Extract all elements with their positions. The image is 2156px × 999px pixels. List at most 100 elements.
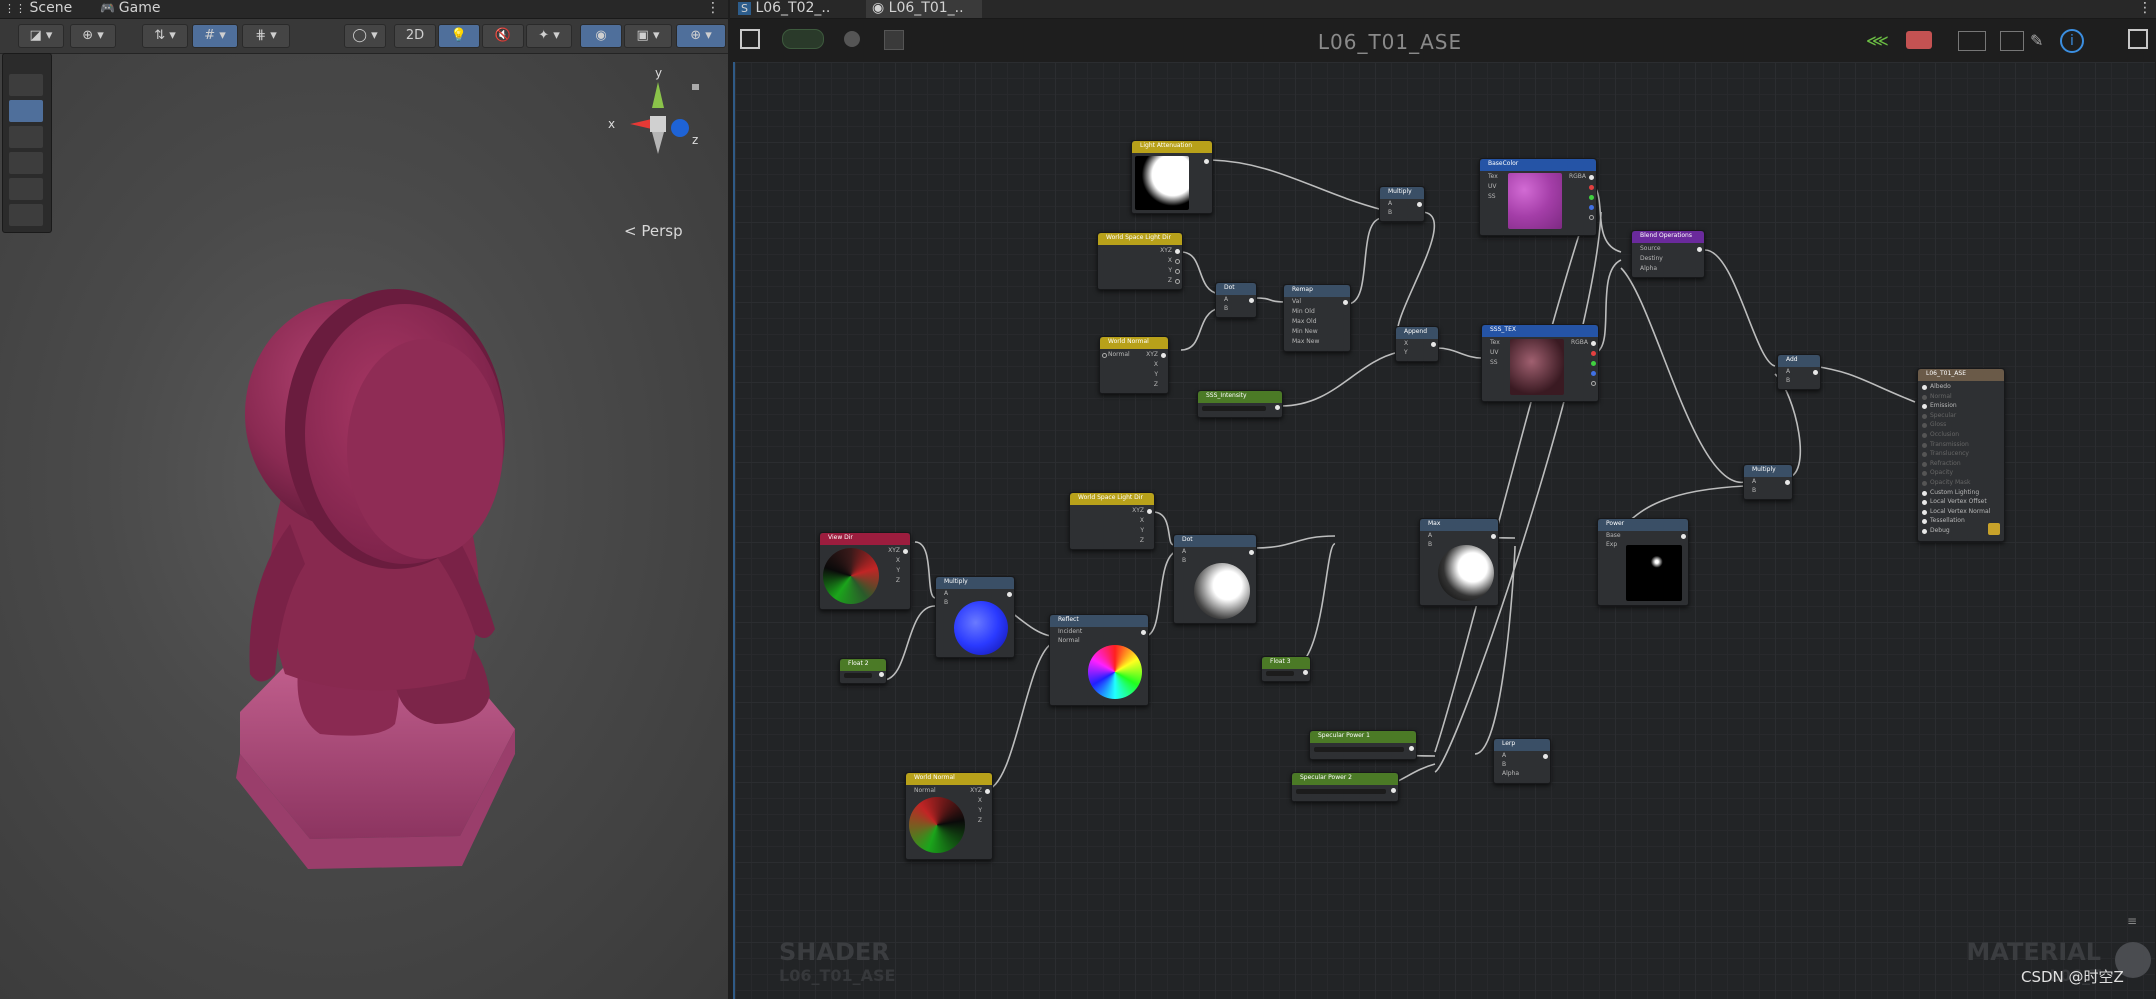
node-multiply-2[interactable]: Multiply A B bbox=[935, 576, 1015, 658]
output-pin-r[interactable] bbox=[1589, 185, 1594, 190]
help-icon[interactable]: i bbox=[2060, 29, 2084, 53]
node-basecolor[interactable]: BaseColor Tex UV SS RGBA bbox=[1479, 158, 1597, 236]
output-pin[interactable] bbox=[1391, 788, 1396, 793]
master-input-pin[interactable] bbox=[1922, 519, 1927, 525]
output-pin[interactable] bbox=[1431, 342, 1436, 347]
float-2-field[interactable] bbox=[844, 673, 872, 678]
master-input-pin[interactable] bbox=[1922, 394, 1927, 400]
increment-snap-dropdown[interactable]: ⋕ ▾ bbox=[242, 24, 290, 48]
output-pin[interactable] bbox=[903, 549, 908, 554]
sss-slider[interactable] bbox=[1202, 406, 1266, 411]
lock-icon[interactable] bbox=[692, 84, 699, 90]
output-pin[interactable] bbox=[1417, 202, 1422, 207]
node-blend-operations[interactable]: Blend Operations Source Destiny Alpha bbox=[1631, 230, 1705, 278]
node-world-normal-2[interactable]: World Normal Normal XYZ X Y Z bbox=[905, 772, 993, 860]
output-pin-g[interactable] bbox=[1591, 361, 1596, 366]
shader-icon[interactable] bbox=[884, 30, 904, 50]
shading-mode-dropdown[interactable]: ◯ ▾ bbox=[344, 24, 386, 48]
output-pin[interactable] bbox=[1491, 534, 1496, 539]
node-specular-power-2[interactable]: Specular Power 2 bbox=[1291, 772, 1399, 802]
node-master-output[interactable]: L06_T01_ASE Albedo Normal Emission Specular… bbox=[1917, 368, 2005, 542]
node-world-space-light-dir-2[interactable]: World Space Light Dir XYZ X Y Z bbox=[1069, 492, 1155, 550]
node-lerp[interactable]: Lerp A B Alpha bbox=[1493, 738, 1551, 784]
node-dot-2[interactable]: Dot A B bbox=[1173, 534, 1257, 624]
output-pin[interactable] bbox=[1175, 259, 1180, 264]
graph-tab-menu-icon[interactable]: ⋮ bbox=[2138, 0, 2152, 18]
specular-power-2-slider[interactable] bbox=[1296, 789, 1386, 794]
node-light-attenuation[interactable]: Light Attenuation bbox=[1131, 140, 1213, 214]
output-pin[interactable] bbox=[1147, 509, 1152, 514]
node-world-space-light-dir[interactable]: World Space Light Dir XYZ X Y Z bbox=[1097, 232, 1183, 290]
master-input-pin[interactable] bbox=[1922, 385, 1927, 390]
save-icon[interactable] bbox=[740, 29, 760, 49]
menu-lines-icon[interactable]: ≡ bbox=[2127, 914, 2137, 928]
node-specular-power-1[interactable]: Specular Power 1 bbox=[1309, 730, 1417, 760]
output-pin[interactable] bbox=[1175, 249, 1180, 254]
master-input-pin[interactable] bbox=[1922, 423, 1927, 429]
output-pin[interactable] bbox=[1249, 550, 1254, 555]
node-float-3[interactable]: Float 3 bbox=[1261, 656, 1311, 682]
float-3-field[interactable] bbox=[1266, 671, 1294, 676]
node-remap[interactable]: Remap Val Min Old Max Old Min New Max Ne… bbox=[1283, 284, 1351, 352]
tab-scene[interactable]: ⋮⋮ Scene bbox=[4, 0, 72, 18]
master-input-pin[interactable] bbox=[1922, 471, 1927, 477]
output-pin[interactable] bbox=[879, 672, 884, 677]
pivot-dropdown[interactable]: ⇅ ▾ bbox=[142, 24, 188, 48]
output-pin-r[interactable] bbox=[1591, 351, 1596, 356]
screenshot-icon[interactable] bbox=[1906, 31, 1932, 49]
transform-tool-icon[interactable] bbox=[9, 204, 43, 226]
brush-icon[interactable]: ✎ bbox=[2030, 31, 2052, 50]
specular-power-1-slider[interactable] bbox=[1314, 747, 1404, 752]
rotate-tool-icon[interactable] bbox=[9, 126, 43, 148]
2d-toggle[interactable]: 2D bbox=[394, 24, 436, 48]
output-pin-a[interactable] bbox=[1591, 381, 1596, 386]
output-pin[interactable] bbox=[1249, 298, 1254, 303]
lighting-toggle[interactable]: 💡 bbox=[438, 24, 480, 48]
tab-l06-t01[interactable]: ◉ L06_T01_.. bbox=[866, 0, 982, 18]
maximize-icon[interactable] bbox=[2128, 29, 2148, 49]
node-append[interactable]: Append X Y bbox=[1395, 326, 1439, 362]
output-pin[interactable] bbox=[1591, 341, 1596, 346]
output-pin[interactable] bbox=[1303, 670, 1308, 675]
focus-icon[interactable] bbox=[1958, 31, 1986, 51]
node-float-2[interactable]: Float 2 bbox=[839, 658, 887, 684]
master-input-pin[interactable] bbox=[1922, 452, 1927, 458]
output-pin-g[interactable] bbox=[1589, 195, 1594, 200]
master-input-pin[interactable] bbox=[1922, 500, 1927, 506]
tab-game[interactable]: 🎮 Game bbox=[100, 0, 160, 18]
move-tool-icon[interactable] bbox=[9, 100, 43, 122]
persp-label[interactable]: < Persp bbox=[624, 222, 683, 240]
master-input-pin[interactable] bbox=[1922, 442, 1927, 448]
master-input-pin[interactable] bbox=[1922, 404, 1927, 410]
take-snapshot-icon[interactable] bbox=[2000, 31, 2024, 51]
clean-icon[interactable] bbox=[844, 31, 860, 47]
node-max[interactable]: Max A B bbox=[1419, 518, 1499, 606]
node-canvas[interactable]: Light Attenuation World Space Light Dir … bbox=[733, 62, 2155, 999]
scene-tab-menu-icon[interactable]: ⋮ bbox=[706, 0, 720, 18]
output-pin[interactable] bbox=[1697, 247, 1702, 252]
output-pin[interactable] bbox=[985, 789, 990, 794]
node-multiply[interactable]: Multiply A B bbox=[1379, 186, 1425, 222]
output-pin[interactable] bbox=[1204, 159, 1209, 164]
scale-tool-icon[interactable] bbox=[9, 152, 43, 174]
draw-mode-dropdown[interactable]: ◪ ▾ bbox=[18, 24, 64, 48]
output-pin[interactable] bbox=[1175, 269, 1180, 274]
globe-dropdown[interactable]: ⊕ ▾ bbox=[70, 24, 116, 48]
master-input-pin[interactable] bbox=[1922, 481, 1927, 486]
effects-dropdown[interactable]: ✦ ▾ bbox=[526, 24, 572, 48]
grid-snap-dropdown[interactable]: # ▾ bbox=[192, 24, 238, 48]
output-pin-b[interactable] bbox=[1589, 205, 1594, 210]
gizmos-dropdown[interactable]: ⊕ ▾ bbox=[676, 24, 726, 48]
output-pin[interactable] bbox=[1175, 279, 1180, 284]
orientation-gizmo[interactable]: y x z bbox=[600, 62, 710, 162]
output-pin[interactable] bbox=[1141, 630, 1146, 635]
node-sss-intensity[interactable]: SSS_Intensity bbox=[1197, 390, 1283, 418]
master-input-pin[interactable] bbox=[1922, 433, 1927, 438]
audio-toggle[interactable]: 🔇 bbox=[482, 24, 524, 48]
node-multiply-final[interactable]: Multiply A B bbox=[1743, 464, 1793, 500]
output-pin[interactable] bbox=[1007, 592, 1012, 597]
output-pin[interactable] bbox=[1681, 534, 1686, 539]
share-icon[interactable]: ⋘ bbox=[1866, 31, 1889, 50]
camera-dropdown[interactable]: ▣ ▾ bbox=[624, 24, 672, 48]
rect-tool-icon[interactable] bbox=[9, 178, 43, 200]
